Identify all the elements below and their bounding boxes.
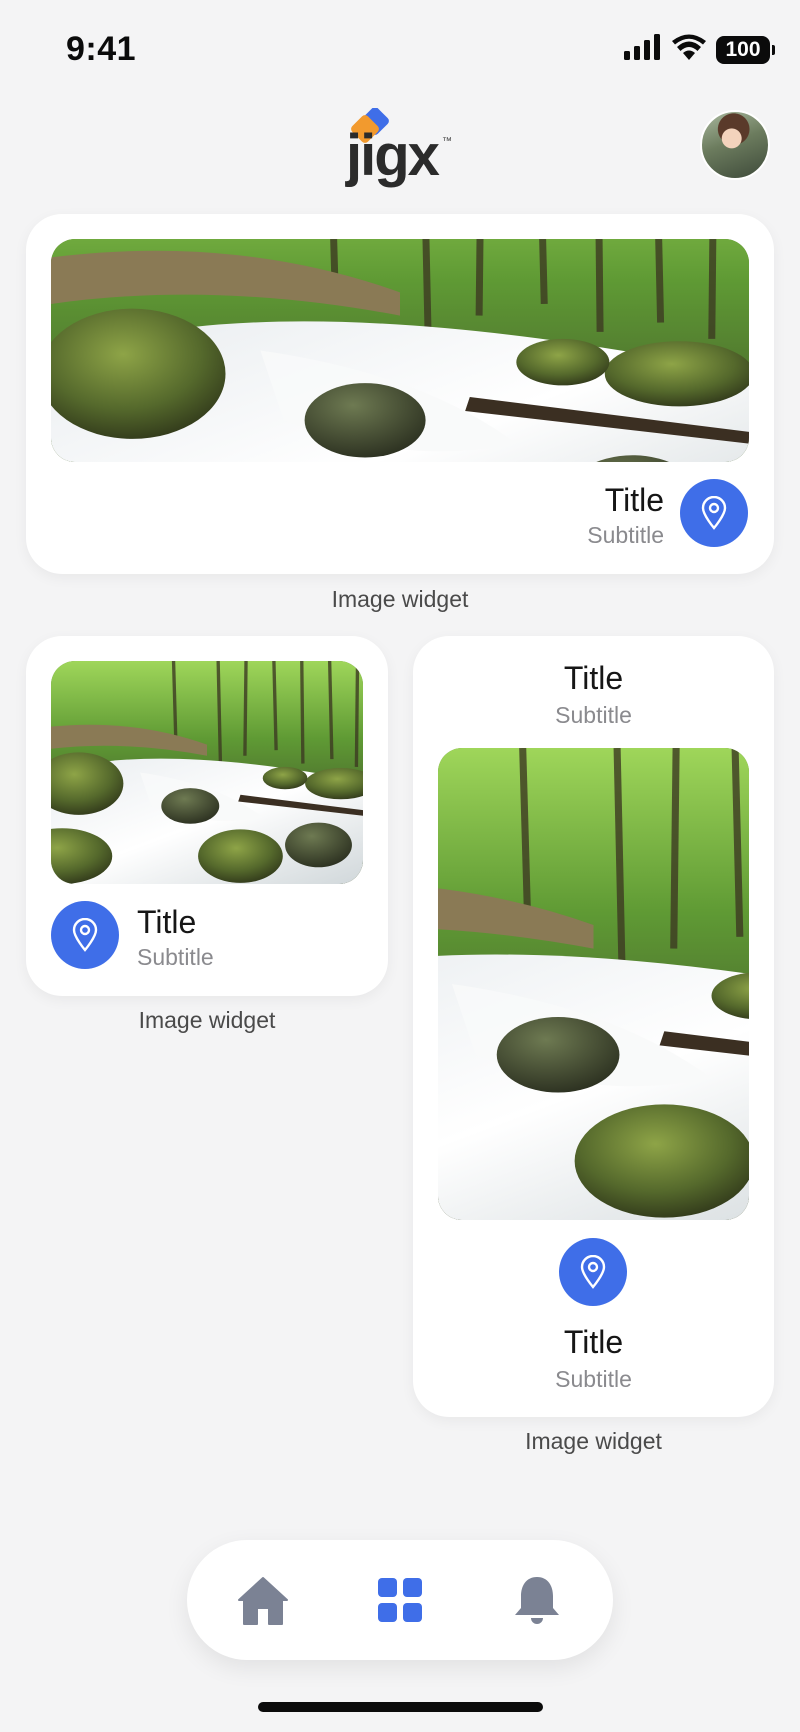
user-avatar[interactable]: [700, 110, 770, 180]
image-widget-card-small[interactable]: Title Subtitle: [26, 636, 388, 996]
widget-subtitle: Subtitle: [587, 522, 664, 548]
nav-notifications-button[interactable]: [507, 1570, 567, 1630]
battery-icon: 100: [716, 35, 775, 64]
image-widget-card-wide[interactable]: Title Subtitle: [26, 214, 774, 574]
location-pin-button[interactable]: [559, 1238, 627, 1306]
home-indicator: [258, 1702, 543, 1712]
widget-caption: Image widget: [138, 1007, 276, 1033]
location-pin-icon: [701, 496, 727, 530]
status-icons: 100: [624, 34, 775, 65]
logo-trademark: ™: [442, 136, 452, 147]
location-pin-button[interactable]: [51, 901, 119, 969]
bell-icon: [515, 1577, 559, 1624]
app-logo: jigx ™: [342, 106, 462, 188]
widget-title: Title: [604, 482, 664, 518]
widget-caption: Image widget: [331, 586, 469, 612]
status-bar: 9:41 100: [0, 0, 800, 100]
home-icon: [238, 1577, 288, 1625]
widget-subtitle: Subtitle: [137, 944, 214, 970]
location-pin-button[interactable]: [680, 479, 748, 547]
status-time: 9:41: [66, 30, 137, 68]
widget-title: Title: [137, 904, 197, 940]
widget-title: Title: [563, 660, 624, 696]
location-pin-icon: [580, 1255, 606, 1289]
location-pin-icon: [72, 918, 98, 952]
signal-icon: [624, 34, 662, 65]
widget-bottom-subtitle: Subtitle: [555, 1366, 632, 1392]
bottom-nav-bar: [187, 1540, 613, 1660]
widget-bottom-title: Title: [563, 1324, 624, 1360]
forest-stream-photo: [51, 661, 363, 884]
grid-icon: [378, 1578, 422, 1622]
widget-caption: Image widget: [525, 1428, 662, 1454]
forest-stream-photo: [51, 239, 749, 462]
image-widget-card-tall[interactable]: Title Subtitle Title Subtitle: [413, 636, 774, 1417]
nav-home-button[interactable]: [233, 1570, 293, 1630]
logo-text: jigx: [346, 123, 440, 188]
forest-stream-photo: [438, 748, 749, 1220]
widget-subtitle: Subtitle: [555, 702, 632, 728]
wifi-icon: [672, 34, 706, 65]
nav-grid-button[interactable]: [370, 1570, 430, 1630]
